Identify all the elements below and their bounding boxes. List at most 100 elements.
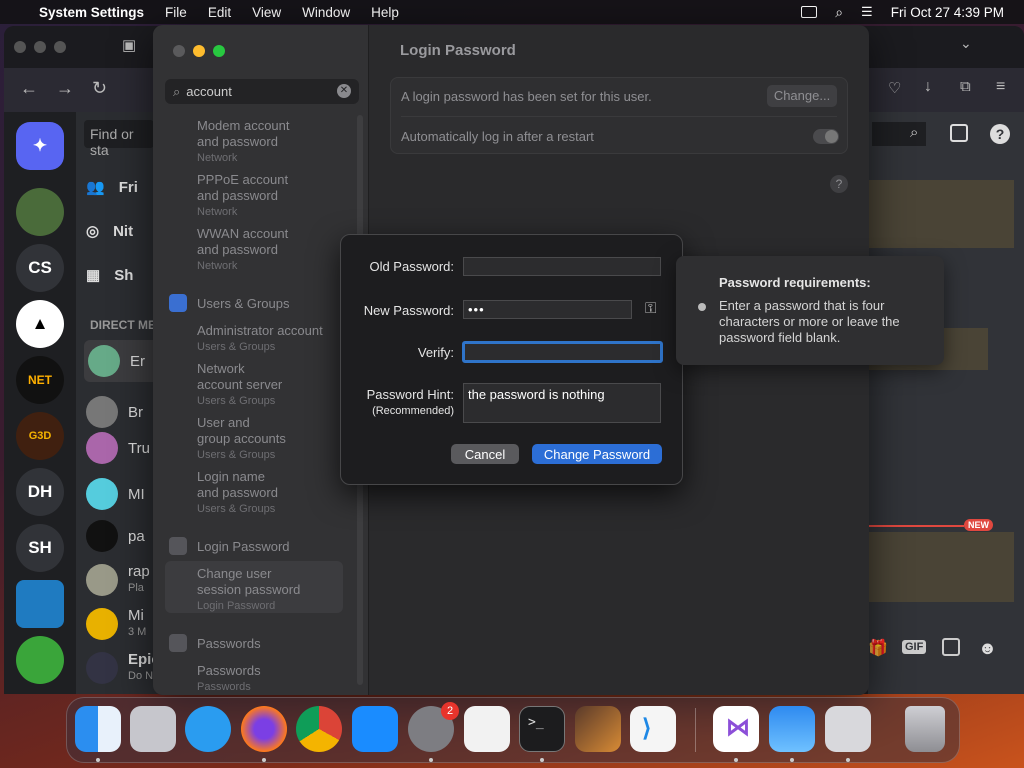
close-button[interactable] (173, 45, 185, 57)
clear-search-icon[interactable]: ✕ (337, 84, 351, 98)
server-dh[interactable]: DH (16, 468, 64, 516)
inbox-icon[interactable] (950, 124, 968, 142)
nav-shop[interactable]: ▦ Sh (86, 266, 133, 285)
verify-field[interactable] (462, 341, 663, 363)
server-g3d-icon[interactable]: G3D (16, 412, 64, 460)
chrome-icon[interactable] (296, 706, 342, 752)
tab-list-chevron-icon[interactable]: ⌄ (960, 35, 972, 52)
help-button[interactable]: ? (830, 175, 848, 193)
browser-close-button[interactable] (14, 41, 26, 53)
finder-icon[interactable] (75, 706, 121, 752)
menu-app-name[interactable]: System Settings (39, 5, 144, 20)
password-assistant-key-icon[interactable]: ⚿ (645, 300, 656, 317)
server-laptop-icon[interactable] (16, 580, 64, 628)
browser-minimize-button[interactable] (34, 41, 46, 53)
browser-zoom-button[interactable] (54, 41, 66, 53)
dm-item[interactable]: Mi 3 M (86, 608, 146, 640)
firefox-icon[interactable] (241, 706, 287, 752)
app-menu-icon[interactable]: ≡ (996, 78, 1005, 96)
menu-help[interactable]: Help (371, 5, 399, 20)
menu-window[interactable]: Window (302, 5, 350, 20)
safari-icon[interactable] (185, 706, 231, 752)
nav-friends[interactable]: 👥 Fri (86, 178, 138, 197)
minimize-button[interactable] (193, 45, 205, 57)
search-result-pppoe[interactable]: PPPoE account and password Network (197, 172, 288, 220)
password-hint-field[interactable]: the password is nothing (463, 383, 661, 423)
gif-button[interactable]: GIF (902, 640, 927, 654)
search-result-user-group[interactable]: User and group accounts Users & Groups (197, 415, 286, 463)
vscode-icon[interactable]: ⟩ (630, 706, 676, 752)
dm-item[interactable]: Br (86, 396, 143, 428)
weather-icon[interactable] (769, 706, 815, 752)
notification-badge: 2 (441, 702, 459, 720)
new-password-field[interactable]: ••• (463, 300, 632, 319)
search-result-admin[interactable]: Administrator account Users & Groups (197, 323, 323, 355)
server-sh[interactable]: SH (16, 524, 64, 572)
search-result-network-account[interactable]: Network account server Users & Groups (197, 361, 282, 409)
sidebar-header-users-groups[interactable]: Users & Groups (169, 294, 289, 312)
sticker-icon[interactable] (942, 638, 960, 656)
terminal-icon[interactable]: >_ (519, 706, 565, 752)
server-cs[interactable]: CS (16, 244, 64, 292)
menubar-clock[interactable]: Fri Oct 27 4:39 PM (891, 5, 1004, 20)
running-indicator (429, 758, 433, 762)
dm-item[interactable]: Tru (86, 432, 150, 464)
garageband-icon[interactable] (575, 706, 621, 752)
menu-view[interactable]: View (252, 5, 281, 20)
visual-studio-icon[interactable]: ⋈ (713, 706, 759, 752)
forward-arrow-icon[interactable]: → (56, 78, 74, 99)
server-net-icon[interactable]: NET (16, 356, 64, 404)
control-center-icon[interactable]: ☰ (861, 4, 873, 20)
find-conversation-input[interactable]: Find or sta (84, 120, 154, 158)
dm-item[interactable]: rap Pla (86, 564, 150, 596)
zoom-button[interactable] (213, 45, 225, 57)
emoji-icon[interactable]: ☻ (978, 638, 997, 659)
cancel-button[interactable]: Cancel (451, 444, 519, 464)
server-minecraft-icon[interactable] (16, 188, 64, 236)
change-password-confirm-button[interactable]: Change Password (532, 444, 662, 464)
app-store-icon[interactable] (352, 706, 398, 752)
launchpad-icon[interactable] (130, 706, 176, 752)
search-input[interactable]: account (186, 84, 232, 99)
change-password-button[interactable]: Change... (767, 85, 837, 107)
dm-item[interactable]: pa (86, 520, 145, 552)
discord-home-icon[interactable]: ✦ (16, 122, 64, 170)
reload-icon[interactable]: ↻ (92, 78, 107, 99)
server-windows-icon[interactable] (16, 636, 64, 684)
server-arrow-icon[interactable]: ▲ (16, 300, 64, 348)
installer-icon[interactable] (825, 706, 871, 752)
search-result-login-name[interactable]: Login name and password Users & Groups (197, 469, 278, 517)
password-hint-label: Password Hint: (366, 387, 454, 402)
sidebar-header-passwords[interactable]: Passwords (169, 634, 261, 652)
nav-nitro[interactable]: ◎ Nit (86, 222, 133, 241)
search-icon: ⌕ (910, 124, 919, 141)
extensions-icon[interactable]: ⧉ (960, 78, 971, 95)
page-title: Login Password (400, 42, 516, 59)
pocket-icon[interactable]: ♡ (888, 79, 901, 97)
spotlight-search-icon[interactable]: ⌕ (835, 4, 843, 21)
textedit-icon[interactable] (464, 706, 510, 752)
trash-icon[interactable] (905, 706, 945, 752)
avatar (86, 564, 118, 596)
download-icon[interactable]: ↓ (924, 78, 932, 96)
menu-file[interactable]: File (165, 5, 187, 20)
sidebar-header-login-password[interactable]: Login Password (169, 537, 290, 555)
menu-edit[interactable]: Edit (208, 5, 231, 20)
search-result-passwords[interactable]: Passwords Passwords (197, 663, 261, 695)
search-result-change-session-password[interactable]: Change user session password Login Passwor… (197, 566, 300, 614)
old-password-field[interactable] (463, 257, 661, 276)
search-result-wwan[interactable]: WWAN account and password Network (197, 226, 288, 274)
avatar (88, 345, 120, 377)
back-arrow-icon[interactable]: ← (20, 78, 38, 99)
screen-mirroring-icon[interactable] (801, 6, 818, 18)
nitro-icon: ◎ (86, 223, 100, 240)
dm-item[interactable]: Er (84, 340, 164, 382)
settings-search-field[interactable]: ⌕ account ✕ (165, 79, 359, 104)
message-highlight (868, 532, 1014, 602)
auto-login-toggle[interactable] (813, 129, 839, 144)
help-icon[interactable]: ? (990, 124, 1010, 144)
search-result-modem[interactable]: Modem account and password Network (197, 118, 290, 166)
tab-overview-icon[interactable]: ▣ (122, 36, 136, 54)
gift-icon[interactable]: 🎁 (868, 638, 888, 658)
dm-item[interactable]: MI (86, 478, 145, 510)
